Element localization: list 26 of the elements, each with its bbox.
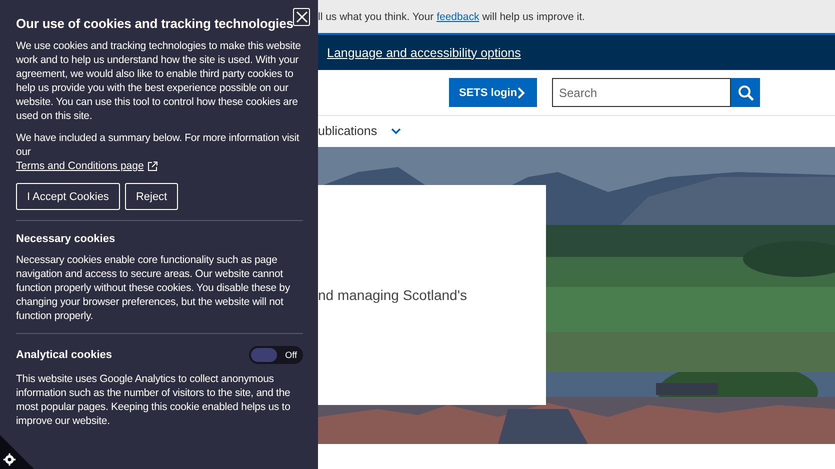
cookie-button[interactable]: I Accept Cookies: [16, 183, 120, 210]
search-field[interactable]: Search: [552, 78, 731, 107]
feedback-link[interactable]: feedback: [436, 10, 480, 22]
close-icon: [296, 11, 308, 23]
hero-text: nd managing Scotland's: [318, 287, 467, 303]
panel-title: Our use of cookies and tracking technologies: [16, 16, 294, 31]
menu-item[interactable]: ublications: [318, 124, 378, 138]
close-button[interactable]: [293, 8, 310, 26]
feedback-text: ll us what you think. Your: [318, 10, 434, 22]
section-text: Necessary cookies enable core functionality such as page navigation and access to secure areas. Our website cannot function properly without these cookies. You disable these by changing your browser preferences, but the website will not function properly.: [16, 253, 291, 323]
section-text: This website uses Google Analytics to collect anonymous information such as the number of visitors to the site, and the most popular pages. Keeping this cookie enabled helps us to improve our website.: [16, 372, 292, 428]
cookie-button[interactable]: Reject: [124, 183, 178, 210]
language-link[interactable]: Language and accessibility options: [327, 46, 521, 60]
external-link-icon: [146, 160, 158, 172]
search-icon: [738, 84, 754, 100]
login-button[interactable]: SETS login: [449, 78, 537, 107]
search-button[interactable]: [731, 78, 760, 107]
section-title: Necessary cookies: [16, 233, 116, 245]
intro-text: We use cookies and tracking technologies to make this website work and to help us understand how the site is used. With your agreement, we would also like to enable third party cookies to help us provide you with the best experience possible on our website. You can use this tool to control how these cookies are used on this site.: [16, 39, 302, 123]
chevron-down-icon: [391, 128, 402, 134]
chevron-right-icon: [517, 86, 525, 98]
summary-text: We have included a summary below. For more information visit our: [16, 131, 300, 159]
feedback-text: will help us improve it.: [482, 10, 585, 22]
terms-link[interactable]: Terms and Conditions page: [16, 159, 144, 173]
section-title: Analytical cookies: [16, 349, 112, 361]
toggle-switch[interactable]: Off: [249, 346, 303, 364]
